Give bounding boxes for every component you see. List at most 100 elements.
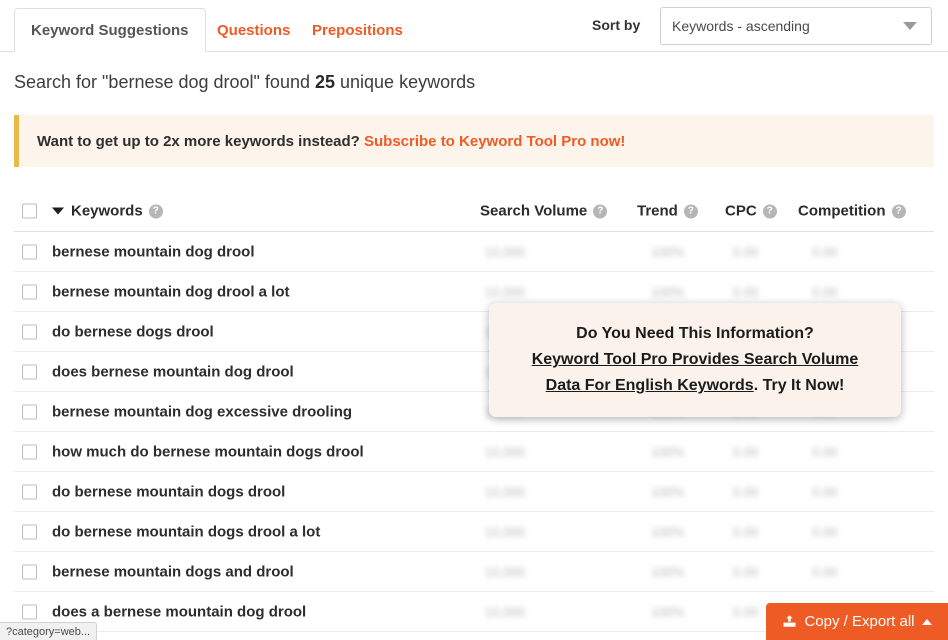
search-result-summary: Search for "bernese dog drool" found 25 … bbox=[14, 72, 475, 93]
column-header-trend[interactable]: Trend? bbox=[637, 202, 698, 219]
sort-by-value: Keywords - ascending bbox=[672, 18, 810, 34]
row-search-volume: 10,000 bbox=[485, 564, 525, 579]
column-header-cpc[interactable]: CPC? bbox=[725, 202, 777, 219]
popup-line-3-tail: . Try It Now! bbox=[753, 377, 845, 394]
table-row[interactable]: bernese mountain dogs and drool 10,000 100… bbox=[14, 552, 934, 592]
row-checkbox[interactable] bbox=[22, 524, 37, 539]
row-trend: 100% bbox=[651, 564, 685, 579]
row-trend: 100% bbox=[651, 444, 685, 459]
table-row[interactable]: do bernese mountain dogs drool a lot 10,0… bbox=[14, 512, 934, 552]
promo-text-wrap: Want to get up to 2x more keywords inste… bbox=[19, 133, 625, 150]
row-trend: 100% bbox=[651, 484, 685, 499]
help-circle-icon[interactable]: ? bbox=[891, 204, 906, 218]
row-search-volume: 10,000 bbox=[485, 244, 525, 259]
row-cpc: 0.00 bbox=[733, 564, 759, 579]
row-search-volume: 10,000 bbox=[485, 284, 525, 299]
row-competition: 0.00 bbox=[812, 244, 838, 259]
tab-keyword-suggestions-label: Keyword Suggestions bbox=[31, 21, 189, 39]
keyword-tool-page: Keyword Suggestions Questions Prepositio… bbox=[0, 0, 948, 640]
row-checkbox[interactable] bbox=[22, 324, 37, 339]
sort-by-select[interactable]: Keywords - ascending bbox=[660, 7, 932, 45]
row-cpc: 0.00 bbox=[733, 284, 759, 299]
upsell-popup: Do You Need This Information? Keyword To… bbox=[489, 303, 901, 417]
tab-prepositions[interactable]: Prepositions bbox=[302, 8, 413, 52]
tab-keyword-suggestions[interactable]: Keyword Suggestions bbox=[14, 8, 206, 52]
row-keyword: does a bernese mountain dog drool bbox=[52, 603, 307, 620]
help-circle-icon[interactable]: ? bbox=[593, 204, 608, 218]
row-keyword: do bernese dogs drool bbox=[52, 323, 214, 340]
column-header-search-volume-label: Search Volume bbox=[480, 202, 588, 219]
help-circle-icon[interactable]: ? bbox=[148, 204, 163, 218]
row-competition: 0.00 bbox=[812, 564, 838, 579]
browser-status-bar-text: ?category=web... bbox=[6, 625, 91, 638]
row-keyword: does bernese mountain dog drool bbox=[52, 363, 294, 380]
browser-status-bar: ?category=web... bbox=[0, 622, 98, 640]
promo-text: Want to get up to 2x more keywords inste… bbox=[37, 132, 364, 150]
row-cpc: 0.00 bbox=[733, 444, 759, 459]
tab-questions-label: Questions bbox=[217, 21, 291, 39]
row-checkbox[interactable] bbox=[22, 564, 37, 579]
row-search-volume: 10,000 bbox=[485, 444, 525, 459]
select-all-checkbox[interactable] bbox=[22, 203, 37, 218]
chevron-down-icon bbox=[903, 22, 917, 30]
column-header-competition-label: Competition bbox=[798, 202, 886, 219]
row-keyword: how much do bernese mountain dogs drool bbox=[52, 443, 364, 460]
row-trend: 100% bbox=[651, 524, 685, 539]
row-keyword: bernese mountain dogs and drool bbox=[52, 563, 294, 580]
row-search-volume: 10,000 bbox=[485, 604, 525, 619]
row-search-volume: 10,000 bbox=[485, 484, 525, 499]
table-header-row: Keywords? Search Volume? Trend? CPC? Com… bbox=[14, 190, 934, 232]
export-icon bbox=[783, 615, 796, 627]
tab-prepositions-label: Prepositions bbox=[312, 21, 403, 39]
row-cpc: 0.00 bbox=[733, 244, 759, 259]
row-competition: 0.00 bbox=[812, 524, 838, 539]
table-row[interactable]: bernese mountain dog drool 10,000 100% 0.00… bbox=[14, 232, 934, 272]
row-trend: 100% bbox=[651, 244, 685, 259]
result-suffix: unique keywords bbox=[335, 72, 476, 92]
row-checkbox[interactable] bbox=[22, 444, 37, 459]
caret-up-icon bbox=[921, 618, 932, 625]
row-competition: 0.00 bbox=[812, 284, 838, 299]
popup-line-3: Data For English Keywords. Try It Now! bbox=[546, 373, 845, 399]
row-keyword: bernese mountain dog drool bbox=[52, 243, 255, 260]
column-header-keywords-label: Keywords bbox=[71, 202, 143, 219]
help-circle-icon[interactable]: ? bbox=[762, 204, 777, 218]
popup-line-1: Do You Need This Information? bbox=[576, 325, 814, 342]
row-trend: 100% bbox=[651, 604, 685, 619]
copy-export-all-label: Copy / Export all bbox=[804, 613, 915, 630]
column-header-cpc-label: CPC bbox=[725, 202, 757, 219]
copy-export-all-button[interactable]: Copy / Export all bbox=[766, 603, 948, 640]
column-header-keywords[interactable]: Keywords? bbox=[71, 202, 163, 219]
row-checkbox[interactable] bbox=[22, 404, 37, 419]
row-checkbox[interactable] bbox=[22, 364, 37, 379]
promo-banner: Want to get up to 2x more keywords inste… bbox=[14, 115, 934, 167]
row-keyword: do bernese mountain dogs drool bbox=[52, 483, 286, 500]
column-header-search-volume[interactable]: Search Volume? bbox=[480, 202, 608, 219]
row-search-volume: 10,000 bbox=[485, 524, 525, 539]
row-competition: 0.00 bbox=[812, 444, 838, 459]
table-body: bernese mountain dog drool 10,000 100% 0.00… bbox=[14, 232, 934, 632]
row-keyword: bernese mountain dog drool a lot bbox=[52, 283, 290, 300]
row-cpc: 0.00 bbox=[733, 524, 759, 539]
popup-link-line-2[interactable]: Keyword Tool Pro Provides Search Volume bbox=[532, 351, 859, 368]
row-keyword: bernese mountain dog excessive drooling bbox=[52, 403, 353, 420]
row-checkbox[interactable] bbox=[22, 484, 37, 499]
row-trend: 100% bbox=[651, 284, 685, 299]
sort-by-label: Sort by bbox=[592, 17, 641, 33]
table-row[interactable]: how much do bernese mountain dogs drool 1… bbox=[14, 432, 934, 472]
row-cpc: 0.00 bbox=[733, 604, 759, 619]
result-prefix: Search for "bernese dog drool" found bbox=[14, 72, 315, 92]
row-competition: 0.00 bbox=[812, 484, 838, 499]
help-circle-icon[interactable]: ? bbox=[683, 204, 698, 218]
column-header-trend-label: Trend bbox=[637, 202, 678, 219]
tab-questions[interactable]: Questions bbox=[207, 8, 300, 52]
row-cpc: 0.00 bbox=[733, 484, 759, 499]
row-checkbox[interactable] bbox=[22, 244, 37, 259]
row-checkbox[interactable] bbox=[22, 604, 37, 619]
promo-subscribe-link[interactable]: Subscribe to Keyword Tool Pro now! bbox=[364, 133, 625, 150]
caret-down-icon[interactable] bbox=[52, 207, 64, 214]
row-checkbox[interactable] bbox=[22, 284, 37, 299]
column-header-competition[interactable]: Competition? bbox=[798, 202, 906, 219]
popup-link-line-3[interactable]: Data For English Keywords bbox=[546, 377, 754, 394]
table-row[interactable]: do bernese mountain dogs drool 10,000 100%… bbox=[14, 472, 934, 512]
